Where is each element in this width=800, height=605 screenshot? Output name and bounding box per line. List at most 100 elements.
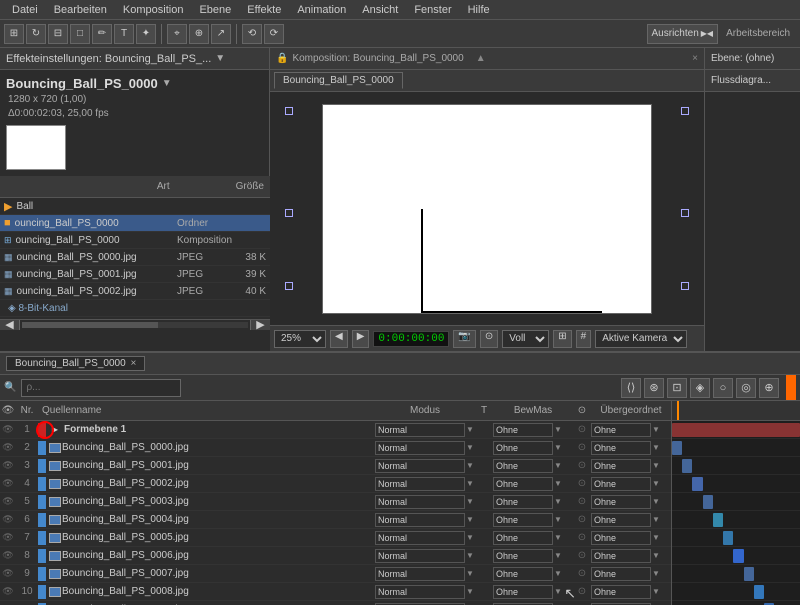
layer-1-bewmas-dropdown[interactable]: Ohne <box>493 423 553 437</box>
layer-row-9[interactable]: 👁 9 Bouncing_Ball_PS_0007.jpg Normal ▼ O… <box>0 565 671 583</box>
layer-9-eye2[interactable]: ⊙ <box>573 568 591 579</box>
menu-fenster[interactable]: Fenster <box>406 0 459 19</box>
layer-9-uber-dropdown[interactable]: Ohne <box>591 567 651 581</box>
toolbar-btn-4[interactable]: □ <box>70 24 90 44</box>
menu-datei[interactable]: Datei <box>4 0 46 19</box>
layer-row-11[interactable]: 👁 11 Bouncing_Ball_PS_0009.jpg Normal ▼ … <box>0 601 671 605</box>
layer-7-uber-dropdown[interactable]: Ohne <box>591 531 651 545</box>
layer-5-mode-dropdown[interactable]: Normal <box>375 495 465 509</box>
tl-tool-4[interactable]: ◈ <box>690 378 710 398</box>
layer-10-bewmas-dropdown[interactable]: Ohne <box>493 585 553 599</box>
comp-tab-main[interactable]: Bouncing_Ball_PS_0000 <box>274 72 403 89</box>
menu-effekte[interactable]: Effekte <box>239 0 289 19</box>
comp-name-arrow[interactable]: ▼ <box>162 78 172 89</box>
project-item-bouncing-folder[interactable]: ■ ouncing_Ball_PS_0000 Ordner <box>0 215 270 232</box>
timeline-search-input[interactable] <box>21 379 181 397</box>
tl-tool-7[interactable]: ⊕ <box>759 378 779 398</box>
menu-ebene[interactable]: Ebene <box>191 0 239 19</box>
layer-row-7[interactable]: 👁 7 Bouncing_Ball_PS_0005.jpg Normal ▼ O… <box>0 529 671 547</box>
menu-komposition[interactable]: Komposition <box>115 0 192 19</box>
camera-settings-btn[interactable]: 📷 <box>453 330 475 348</box>
toolbar-btn-5[interactable]: ✏ <box>92 24 112 44</box>
project-item-ball[interactable]: ▶ Ball <box>0 198 270 215</box>
layer-5-eye2[interactable]: ⊙ <box>573 496 591 507</box>
layer-row-5[interactable]: 👁 5 Bouncing_Ball_PS_0003.jpg Normal ▼ O… <box>0 493 671 511</box>
toolbar-btn-3[interactable]: ⊟ <box>48 24 68 44</box>
toolbar-btn-6[interactable]: T <box>114 24 134 44</box>
tl-tool-2[interactable]: ⊛ <box>644 378 664 398</box>
layer-7-eye[interactable]: 👁 <box>0 532 16 543</box>
toolbar-btn-10[interactable]: ↗ <box>211 24 231 44</box>
layer-row-4[interactable]: 👁 4 Bouncing_Ball_PS_0002.jpg Normal ▼ O… <box>0 475 671 493</box>
effects-expand-arrow[interactable]: ▼ <box>215 53 225 64</box>
layer-1-uber-dropdown[interactable]: Ohne <box>591 423 651 437</box>
layer-8-bewmas-dropdown[interactable]: Ohne <box>493 549 553 563</box>
project-item-jpg2[interactable]: ▦ ouncing_Ball_PS_0001.jpg JPEG 39 K <box>0 266 270 283</box>
comp-pin-icon[interactable]: ▲ <box>476 53 486 64</box>
toolbar-btn-11[interactable]: ⟲ <box>242 24 262 44</box>
layer-8-eye2[interactable]: ⊙ <box>573 550 591 561</box>
quality-dropdown[interactable]: Voll Halb <box>502 330 549 348</box>
layer-10-uber-dropdown[interactable]: Ohne <box>591 585 651 599</box>
layer-5-eye[interactable]: 👁 <box>0 496 16 507</box>
tl-tool-6[interactable]: ◎ <box>736 378 756 398</box>
layer-9-mode-dropdown[interactable]: Normal <box>375 567 465 581</box>
layer-7-mode-dropdown[interactable]: Normal <box>375 531 465 545</box>
scroll-left-btn[interactable]: ◀ <box>0 320 20 330</box>
layer-row-6[interactable]: 👁 6 Bouncing_Ball_PS_0004.jpg Normal ▼ O… <box>0 511 671 529</box>
scroll-right-btn[interactable]: ▶ <box>250 320 270 330</box>
layer-4-eye[interactable]: 👁 <box>0 478 16 489</box>
layer-10-eye[interactable]: 👁 <box>0 586 16 597</box>
layer-row-8[interactable]: 👁 8 Bouncing_Ball_PS_0006.jpg Normal ▼ O… <box>0 547 671 565</box>
tl-tool-1[interactable]: ⟨⟩ <box>621 378 641 398</box>
layer-9-eye[interactable]: 👁 <box>0 568 16 579</box>
layer-6-mode-dropdown[interactable]: Normal <box>375 513 465 527</box>
layer-1-eye[interactable]: 👁 <box>0 424 16 435</box>
layer-3-uber-dropdown[interactable]: Ohne <box>591 459 651 473</box>
project-item-jpg1[interactable]: ▦ ouncing_Ball_PS_0000.jpg JPEG 38 K <box>0 249 270 266</box>
toolbar-btn-7[interactable]: ✦ <box>136 24 156 44</box>
layer-3-eye2[interactable]: ⊙ <box>573 460 591 471</box>
layer-row-10[interactable]: 👁 10 Bouncing_Ball_PS_0008.jpg Normal ▼ … <box>0 583 671 601</box>
project-scrollbar[interactable]: ◀ ▶ <box>0 319 270 329</box>
layer-row-1[interactable]: 👁 1 ▶ Formebene 1 Normal ▼ Ohne <box>0 421 671 439</box>
layer-6-eye[interactable]: 👁 <box>0 514 16 525</box>
ausrichten-button[interactable]: Ausrichten ▶◀ <box>647 24 719 44</box>
layer-2-mode-dropdown[interactable]: Normal <box>375 441 465 455</box>
layer-3-eye[interactable]: 👁 <box>0 460 16 471</box>
project-item-bitkanal[interactable]: ◈ 8-Bit-Kanal <box>0 300 270 317</box>
layer-8-mode-dropdown[interactable]: Normal <box>375 549 465 563</box>
layer-9-bewmas-dropdown[interactable]: Ohne <box>493 567 553 581</box>
layer-5-bewmas-dropdown[interactable]: Ohne <box>493 495 553 509</box>
layer-8-uber-dropdown[interactable]: Ohne <box>591 549 651 563</box>
menu-hilfe[interactable]: Hilfe <box>460 0 498 19</box>
grid-btn[interactable]: # <box>576 330 592 348</box>
toolbar-btn-12[interactable]: ⟳ <box>264 24 284 44</box>
comp-panel-close[interactable]: × <box>692 53 698 64</box>
layer-10-eye2[interactable]: ⊙ <box>573 586 591 597</box>
layer-6-eye2[interactable]: ⊙ <box>573 514 591 525</box>
layer-2-uber-dropdown[interactable]: Ohne <box>591 441 651 455</box>
timeline-tab-close[interactable]: × <box>130 358 136 369</box>
layer-row-2[interactable]: 👁 2 Bouncing_Ball_PS_0000.jpg Normal ▼ O… <box>0 439 671 457</box>
layer-2-bewmas-dropdown[interactable]: Ohne <box>493 441 553 455</box>
layer-1-expand[interactable]: ▶ <box>48 423 62 437</box>
layer-4-mode-dropdown[interactable]: Normal <box>375 477 465 491</box>
toolbar-btn-9[interactable]: ⊕ <box>189 24 209 44</box>
toolbar-btn-8[interactable]: ⌖ <box>167 24 187 44</box>
prev-frame-btn[interactable]: ◀ <box>330 330 348 348</box>
timeline-tab[interactable]: Bouncing_Ball_PS_0000 × <box>6 356 145 371</box>
zoom-dropdown[interactable]: 25% 50% 100% <box>274 330 326 348</box>
layer-7-eye2[interactable]: ⊙ <box>573 532 591 543</box>
layer-3-bewmas-dropdown[interactable]: Ohne <box>493 459 553 473</box>
layer-10-mode-dropdown[interactable]: Normal <box>375 585 465 599</box>
layer-4-bewmas-dropdown[interactable]: Ohne <box>493 477 553 491</box>
tl-tool-3[interactable]: ⊡ <box>667 378 687 398</box>
layer-3-mode-dropdown[interactable]: Normal <box>375 459 465 473</box>
tl-tool-5[interactable]: ○ <box>713 378 733 398</box>
layer-2-eye[interactable]: 👁 <box>0 442 16 453</box>
layer-1-mode-dropdown[interactable]: Normal <box>375 423 465 437</box>
camera-dropdown[interactable]: Aktive Kamera <box>595 330 687 348</box>
layer-2-eye2[interactable]: ⊙ <box>573 442 591 453</box>
toolbar-btn-1[interactable]: ⊞ <box>4 24 24 44</box>
